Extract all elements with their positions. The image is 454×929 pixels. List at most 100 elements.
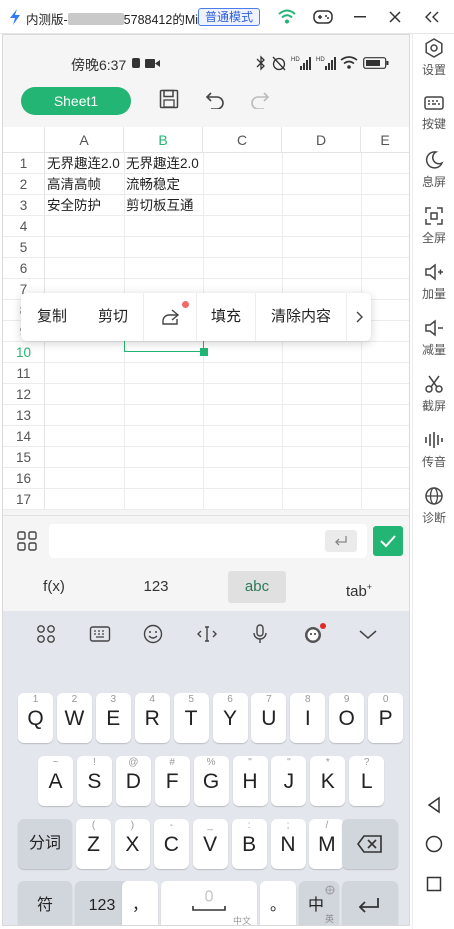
formula-input[interactable] — [49, 524, 367, 558]
side-item-fullscreen[interactable]: 全屏 — [413, 206, 454, 246]
row-header-13[interactable]: 13 — [3, 405, 45, 426]
row-header-1[interactable]: 1 — [3, 153, 45, 174]
key-w[interactable]: 2W — [56, 693, 92, 743]
side-item-screenshot[interactable]: 截屏 — [413, 374, 454, 414]
column-header-c[interactable]: C — [203, 127, 282, 153]
mode-tab-tab[interactable]: tab+ — [329, 571, 389, 603]
symbol-key[interactable]: 符 — [18, 881, 72, 925]
key-h[interactable]: " H — [232, 756, 268, 806]
mode-tab-123[interactable]: 123 — [125, 571, 187, 603]
undo-icon[interactable] — [205, 89, 225, 109]
side-item-keys[interactable]: 按键 — [413, 94, 454, 132]
key-b[interactable]: :B — [231, 819, 267, 869]
language-key[interactable]: 中 英 — [299, 881, 339, 925]
row-header-14[interactable]: 14 — [3, 426, 45, 447]
column-header-d[interactable]: D — [282, 127, 361, 153]
nav-home-button[interactable] — [413, 835, 454, 853]
row-header-6[interactable]: 6 — [3, 258, 45, 279]
key-e[interactable]: 3E — [95, 693, 131, 743]
key-k[interactable]: * K — [310, 756, 346, 806]
key-n[interactable]: ; N — [270, 819, 306, 869]
clear-content-button[interactable]: 清除内容 — [256, 293, 346, 341]
key-i[interactable]: 8I — [290, 693, 326, 743]
key-d[interactable]: @ D — [115, 756, 151, 806]
column-header-e[interactable]: E — [361, 127, 409, 153]
cell-a1[interactable]: 无界趣连2.0 — [45, 153, 120, 174]
redo-icon[interactable] — [250, 89, 270, 109]
side-item-diagnose[interactable]: 诊断 — [413, 486, 454, 526]
key-s[interactable]: ! S — [76, 756, 112, 806]
space-key[interactable]: 中文 — [161, 881, 257, 925]
collapse-keyboard-icon[interactable] — [357, 623, 385, 649]
side-item-volume-up[interactable]: 加量 — [413, 262, 454, 302]
enter-key[interactable] — [342, 881, 398, 925]
backspace-key[interactable] — [342, 819, 398, 869]
key-g[interactable]: % G — [193, 756, 229, 806]
cell-a3[interactable]: 安全防护 — [45, 195, 101, 216]
side-item-screen-off[interactable]: 息屏 — [413, 150, 454, 190]
nav-back-button[interactable] — [413, 796, 454, 814]
comma-key[interactable]: ， — [122, 881, 158, 925]
key-c[interactable]: -C — [153, 819, 189, 869]
key-a[interactable]: ~ A — [38, 756, 73, 806]
row-header-16[interactable]: 16 — [3, 468, 45, 489]
key-j[interactable]: " J — [271, 756, 307, 806]
gamepad-icon[interactable] — [313, 9, 333, 25]
cell-b2[interactable]: 流畅稳定 — [124, 174, 180, 195]
key-r[interactable]: 4R — [134, 693, 170, 743]
side-item-settings[interactable]: 设置 — [413, 38, 454, 78]
key-u[interactable]: 7U — [251, 693, 287, 743]
period-key[interactable]: 。 — [260, 881, 296, 925]
grid-menu-icon[interactable] — [17, 531, 37, 551]
more-button[interactable] — [347, 293, 371, 341]
key-x[interactable]: ) X — [114, 819, 150, 869]
collapse-panel-icon[interactable] — [425, 11, 439, 23]
row-header-12[interactable]: 12 — [3, 384, 45, 405]
row-header-3[interactable]: 3 — [3, 195, 45, 216]
nav-recents-button[interactable] — [413, 876, 454, 892]
side-item-volume-down[interactable]: 减量 — [413, 318, 454, 358]
selection-handle-bottom[interactable] — [200, 348, 208, 356]
row-header-11[interactable]: 11 — [3, 363, 45, 384]
key-v[interactable]: _ V — [192, 819, 228, 869]
mode-badge[interactable]: 普通模式 — [198, 8, 261, 26]
key-t[interactable]: 5T — [173, 693, 209, 743]
key-z[interactable]: (Z — [76, 819, 111, 869]
row-header-10[interactable]: 10 — [3, 342, 45, 363]
segment-key[interactable]: 分词 — [18, 819, 72, 869]
mode-tab-fx[interactable]: f(x) — [23, 571, 85, 603]
row-header-4[interactable]: 4 — [3, 216, 45, 237]
key-q[interactable]: 1Q — [18, 693, 53, 743]
key-l[interactable]: ? L — [349, 756, 385, 806]
number-key[interactable]: 123 — [75, 881, 129, 925]
keyboard-apps-icon[interactable] — [35, 623, 63, 649]
cursor-move-icon[interactable] — [196, 623, 224, 649]
confirm-button[interactable] — [373, 526, 403, 556]
cut-button[interactable]: 剪切 — [83, 293, 143, 341]
row-header-15[interactable]: 15 — [3, 447, 45, 468]
cell-b1[interactable]: 无界趣连2.0 — [124, 153, 199, 174]
share-button[interactable] — [144, 293, 196, 341]
row-header-5[interactable]: 5 — [3, 237, 45, 258]
key-y[interactable]: 6Y — [212, 693, 248, 743]
key-m[interactable]: / M — [309, 819, 345, 869]
mascot-icon[interactable] — [302, 623, 330, 649]
mode-tab-abc[interactable]: abc — [228, 571, 286, 603]
column-header-a[interactable]: A — [45, 127, 124, 153]
fill-button[interactable]: 填充 — [197, 293, 255, 341]
wifi-icon[interactable] — [278, 9, 296, 25]
copy-button[interactable]: 复制 — [21, 293, 83, 341]
close-icon[interactable] — [389, 11, 401, 23]
column-header-b[interactable]: B — [124, 127, 203, 153]
sheet-tab-button[interactable]: Sheet1 — [21, 87, 131, 115]
side-item-audio[interactable]: 传音 — [413, 430, 454, 470]
key-p[interactable]: 0P — [368, 693, 404, 743]
cell-a2[interactable]: 高清高帧 — [45, 174, 101, 195]
formula-enter-button[interactable] — [325, 530, 357, 552]
save-icon[interactable] — [159, 89, 179, 109]
row-header-17[interactable]: 17 — [3, 489, 45, 510]
corner-cell[interactable] — [3, 127, 45, 153]
minimize-icon[interactable] — [354, 16, 366, 18]
microphone-icon[interactable] — [249, 623, 277, 649]
keyboard-layout-icon[interactable] — [89, 623, 117, 649]
